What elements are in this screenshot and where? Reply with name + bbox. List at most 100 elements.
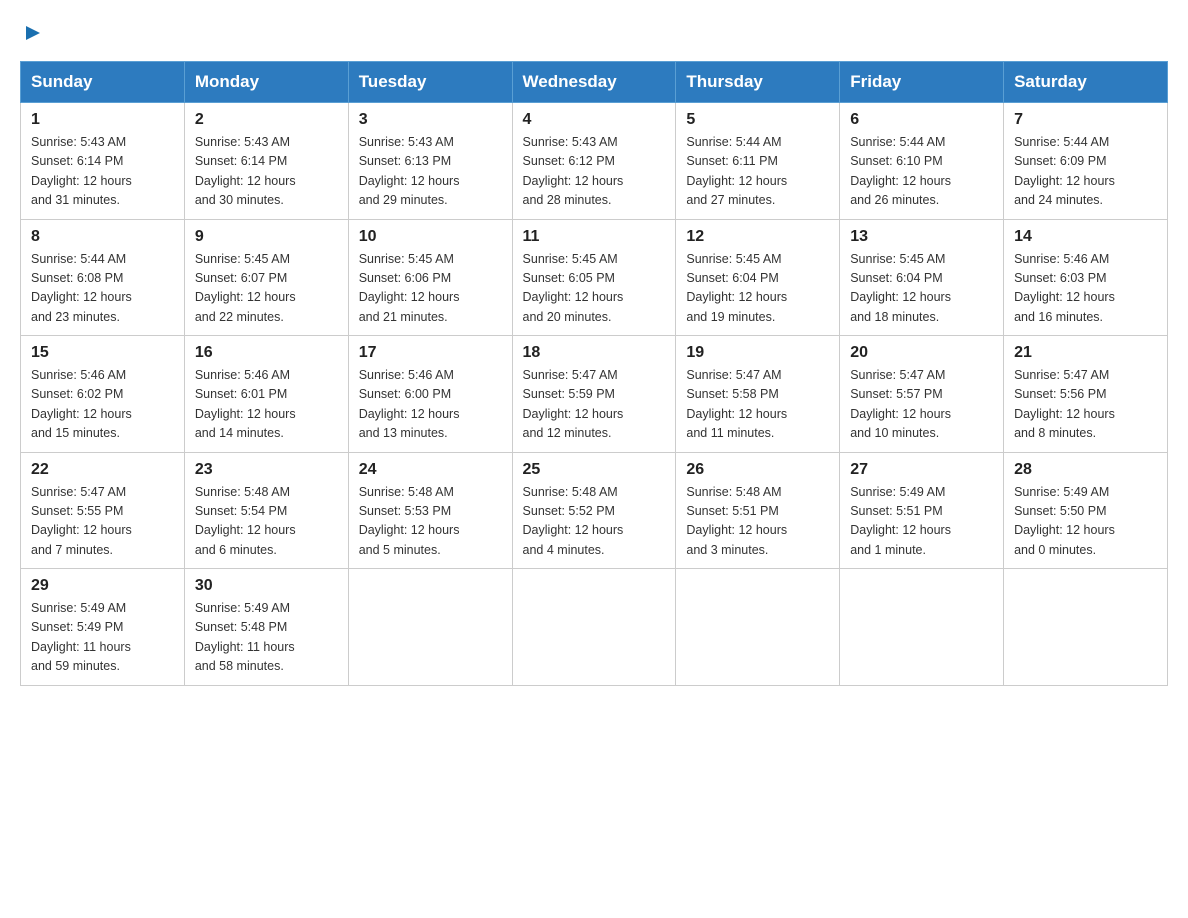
calendar-cell <box>676 569 840 686</box>
day-number: 20 <box>850 344 993 362</box>
calendar-week-row: 15 Sunrise: 5:46 AMSunset: 6:02 PMDayligh… <box>21 336 1168 453</box>
calendar-cell: 10 Sunrise: 5:45 AMSunset: 6:06 PMDayligh… <box>348 219 512 336</box>
day-info: Sunrise: 5:46 AMSunset: 6:00 PMDaylight:… <box>359 366 502 444</box>
day-number: 28 <box>1014 461 1157 479</box>
day-info: Sunrise: 5:48 AMSunset: 5:51 PMDaylight:… <box>686 483 829 561</box>
calendar-cell: 23Sunrise: 5:48 AMSunset: 5:54 PMDayligh… <box>184 452 348 569</box>
weekday-header-saturday: Saturday <box>1004 62 1168 103</box>
calendar-cell: 24 Sunrise: 5:48 AMSunset: 5:53 PMDayligh… <box>348 452 512 569</box>
calendar-cell: 20 Sunrise: 5:47 AMSunset: 5:57 PMDayligh… <box>840 336 1004 453</box>
logo-arrow-icon <box>22 22 44 49</box>
calendar-cell: 6Sunrise: 5:44 AMSunset: 6:10 PMDaylight… <box>840 103 1004 220</box>
day-number: 15 <box>31 344 174 362</box>
day-info: Sunrise: 5:49 AMSunset: 5:49 PMDaylight:… <box>31 599 174 677</box>
calendar-cell: 8 Sunrise: 5:44 AMSunset: 6:08 PMDaylight… <box>21 219 185 336</box>
logo <box>20 20 44 45</box>
day-number: 8 <box>31 228 174 246</box>
day-info: Sunrise: 5:48 AMSunset: 5:53 PMDaylight:… <box>359 483 502 561</box>
calendar-cell: 17 Sunrise: 5:46 AMSunset: 6:00 PMDayligh… <box>348 336 512 453</box>
calendar-cell <box>512 569 676 686</box>
day-number: 29 <box>31 577 174 595</box>
calendar-cell: 2 Sunrise: 5:43 AMSunset: 6:14 PMDaylight… <box>184 103 348 220</box>
day-info: Sunrise: 5:47 AMSunset: 5:58 PMDaylight:… <box>686 366 829 444</box>
day-info: Sunrise: 5:45 AMSunset: 6:05 PMDaylight:… <box>523 250 666 328</box>
weekday-header-wednesday: Wednesday <box>512 62 676 103</box>
calendar-cell: 27 Sunrise: 5:49 AMSunset: 5:51 PMDayligh… <box>840 452 1004 569</box>
day-info: Sunrise: 5:47 AMSunset: 5:56 PMDaylight:… <box>1014 366 1157 444</box>
calendar-table: SundayMondayTuesdayWednesdayThursdayFrid… <box>20 61 1168 686</box>
day-info: Sunrise: 5:43 AMSunset: 6:12 PMDaylight:… <box>523 133 666 211</box>
day-number: 25 <box>523 461 666 479</box>
day-info: Sunrise: 5:46 AMSunset: 6:03 PMDaylight:… <box>1014 250 1157 328</box>
calendar-header-row: SundayMondayTuesdayWednesdayThursdayFrid… <box>21 62 1168 103</box>
day-number: 17 <box>359 344 502 362</box>
day-number: 5 <box>686 111 829 129</box>
day-number: 12 <box>686 228 829 246</box>
calendar-cell: 4 Sunrise: 5:43 AMSunset: 6:12 PMDaylight… <box>512 103 676 220</box>
day-number: 13 <box>850 228 993 246</box>
day-info: Sunrise: 5:44 AMSunset: 6:11 PMDaylight:… <box>686 133 829 211</box>
day-info: Sunrise: 5:49 AMSunset: 5:51 PMDaylight:… <box>850 483 993 561</box>
day-info: Sunrise: 5:45 AMSunset: 6:04 PMDaylight:… <box>850 250 993 328</box>
day-number: 19 <box>686 344 829 362</box>
weekday-header-tuesday: Tuesday <box>348 62 512 103</box>
day-number: 6 <box>850 111 993 129</box>
calendar-cell: 18 Sunrise: 5:47 AMSunset: 5:59 PMDayligh… <box>512 336 676 453</box>
weekday-header-sunday: Sunday <box>21 62 185 103</box>
day-info: Sunrise: 5:48 AMSunset: 5:52 PMDaylight:… <box>523 483 666 561</box>
day-info: Sunrise: 5:43 AMSunset: 6:13 PMDaylight:… <box>359 133 502 211</box>
day-number: 4 <box>523 111 666 129</box>
day-info: Sunrise: 5:45 AMSunset: 6:04 PMDaylight:… <box>686 250 829 328</box>
calendar-cell: 22 Sunrise: 5:47 AMSunset: 5:55 PMDayligh… <box>21 452 185 569</box>
day-info: Sunrise: 5:45 AMSunset: 6:07 PMDaylight:… <box>195 250 338 328</box>
day-info: Sunrise: 5:49 AMSunset: 5:48 PMDaylight:… <box>195 599 338 677</box>
day-number: 21 <box>1014 344 1157 362</box>
calendar-cell: 15 Sunrise: 5:46 AMSunset: 6:02 PMDayligh… <box>21 336 185 453</box>
page-header <box>20 20 1168 45</box>
day-info: Sunrise: 5:45 AMSunset: 6:06 PMDaylight:… <box>359 250 502 328</box>
day-info: Sunrise: 5:44 AMSunset: 6:09 PMDaylight:… <box>1014 133 1157 211</box>
weekday-header-monday: Monday <box>184 62 348 103</box>
calendar-cell: 25 Sunrise: 5:48 AMSunset: 5:52 PMDayligh… <box>512 452 676 569</box>
day-number: 27 <box>850 461 993 479</box>
calendar-cell <box>840 569 1004 686</box>
day-number: 1 <box>31 111 174 129</box>
day-info: Sunrise: 5:49 AMSunset: 5:50 PMDaylight:… <box>1014 483 1157 561</box>
day-number: 24 <box>359 461 502 479</box>
day-number: 30 <box>195 577 338 595</box>
day-info: Sunrise: 5:46 AMSunset: 6:01 PMDaylight:… <box>195 366 338 444</box>
day-info: Sunrise: 5:44 AMSunset: 6:08 PMDaylight:… <box>31 250 174 328</box>
calendar-cell: 16 Sunrise: 5:46 AMSunset: 6:01 PMDayligh… <box>184 336 348 453</box>
calendar-cell: 3 Sunrise: 5:43 AMSunset: 6:13 PMDaylight… <box>348 103 512 220</box>
calendar-cell <box>348 569 512 686</box>
day-number: 7 <box>1014 111 1157 129</box>
calendar-cell: 12 Sunrise: 5:45 AMSunset: 6:04 PMDayligh… <box>676 219 840 336</box>
weekday-header-thursday: Thursday <box>676 62 840 103</box>
calendar-cell: 7 Sunrise: 5:44 AMSunset: 6:09 PMDaylight… <box>1004 103 1168 220</box>
calendar-cell: 28 Sunrise: 5:49 AMSunset: 5:50 PMDayligh… <box>1004 452 1168 569</box>
calendar-cell: 11Sunrise: 5:45 AMSunset: 6:05 PMDayligh… <box>512 219 676 336</box>
day-info: Sunrise: 5:48 AMSunset: 5:54 PMDaylight:… <box>195 483 338 561</box>
calendar-cell: 5 Sunrise: 5:44 AMSunset: 6:11 PMDaylight… <box>676 103 840 220</box>
day-number: 3 <box>359 111 502 129</box>
day-info: Sunrise: 5:46 AMSunset: 6:02 PMDaylight:… <box>31 366 174 444</box>
calendar-week-row: 8 Sunrise: 5:44 AMSunset: 6:08 PMDaylight… <box>21 219 1168 336</box>
calendar-week-row: 22 Sunrise: 5:47 AMSunset: 5:55 PMDayligh… <box>21 452 1168 569</box>
day-info: Sunrise: 5:43 AMSunset: 6:14 PMDaylight:… <box>31 133 174 211</box>
weekday-header-friday: Friday <box>840 62 1004 103</box>
day-info: Sunrise: 5:43 AMSunset: 6:14 PMDaylight:… <box>195 133 338 211</box>
day-number: 14 <box>1014 228 1157 246</box>
calendar-week-row: 29 Sunrise: 5:49 AMSunset: 5:49 PMDayligh… <box>21 569 1168 686</box>
day-number: 26 <box>686 461 829 479</box>
day-number: 2 <box>195 111 338 129</box>
calendar-cell: 19 Sunrise: 5:47 AMSunset: 5:58 PMDayligh… <box>676 336 840 453</box>
day-number: 22 <box>31 461 174 479</box>
day-info: Sunrise: 5:47 AMSunset: 5:55 PMDaylight:… <box>31 483 174 561</box>
day-info: Sunrise: 5:47 AMSunset: 5:57 PMDaylight:… <box>850 366 993 444</box>
day-number: 18 <box>523 344 666 362</box>
calendar-cell: 9Sunrise: 5:45 AMSunset: 6:07 PMDaylight… <box>184 219 348 336</box>
day-number: 10 <box>359 228 502 246</box>
day-info: Sunrise: 5:47 AMSunset: 5:59 PMDaylight:… <box>523 366 666 444</box>
day-number: 16 <box>195 344 338 362</box>
calendar-cell <box>1004 569 1168 686</box>
